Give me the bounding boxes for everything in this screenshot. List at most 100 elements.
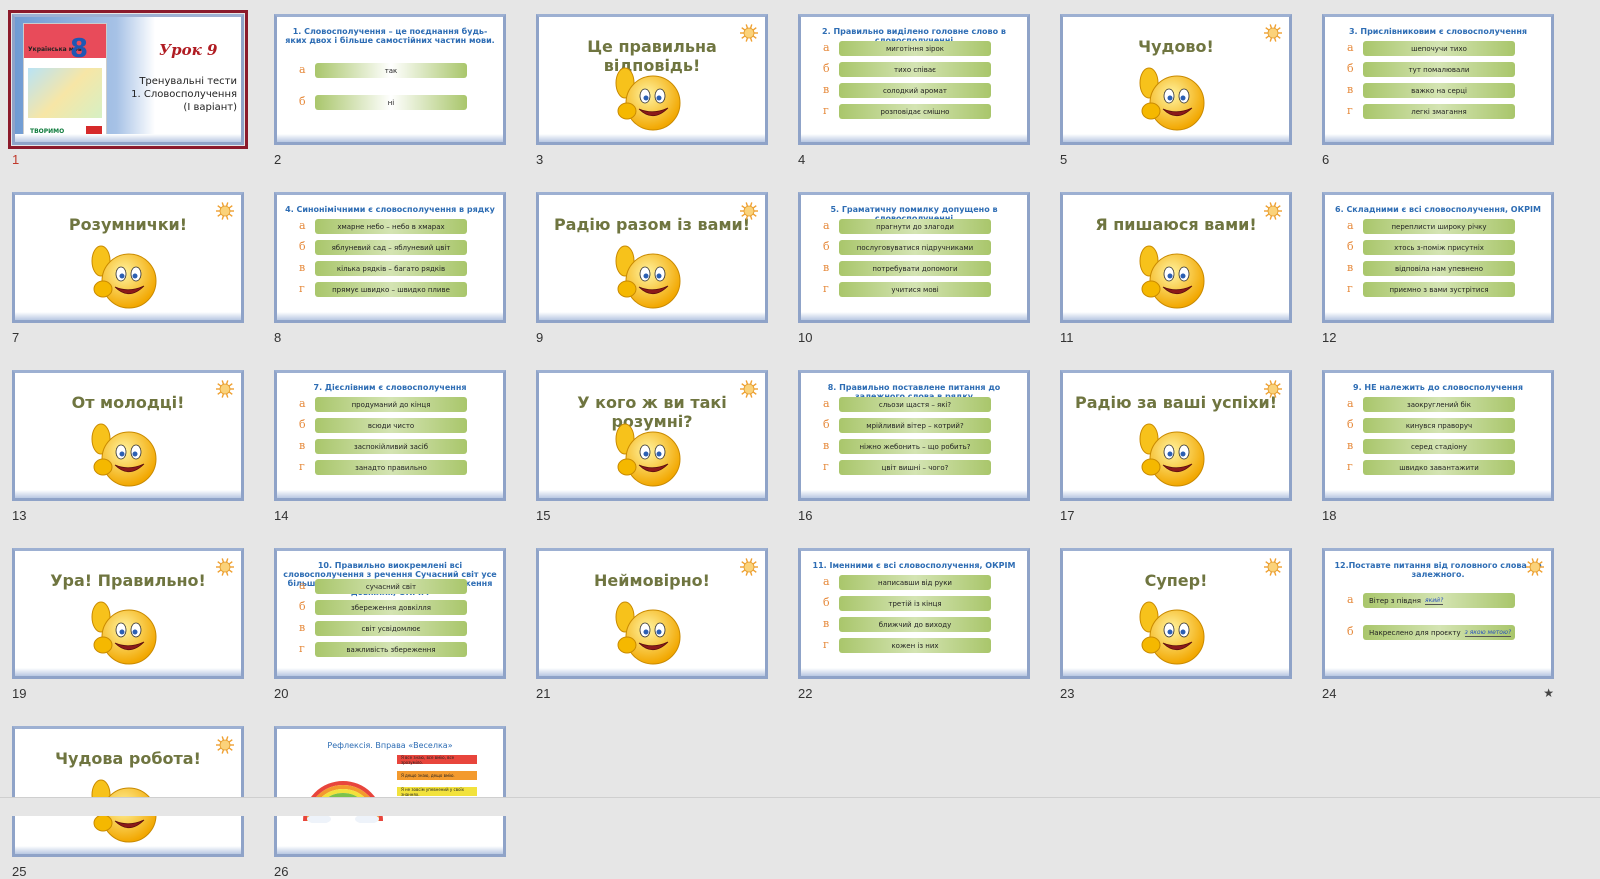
answer-option[interactable]: приємно з вами зустрітися <box>1363 282 1515 297</box>
slide-thumbnail-17[interactable]: Радію за ваші успіхи! 17 <box>1060 370 1292 523</box>
answer-option[interactable]: відповіла нам упевнено <box>1363 261 1515 276</box>
slide-thumbnail-23[interactable]: Супер! 23 <box>1060 548 1292 701</box>
slide-preview[interactable]: Рефлексія. Вправа «Веселка» Я все знаю, в… <box>274 726 506 857</box>
slide-thumbnail-13[interactable]: От молодці! 13 <box>12 370 244 523</box>
slide-preview[interactable]: Це правильна відповідь! <box>536 14 768 145</box>
slide-preview[interactable]: Радію за ваші успіхи! <box>1060 370 1292 501</box>
slide-thumbnail-6[interactable]: 3. Прислівниковим є словосполучення а шепо… <box>1322 14 1554 167</box>
slide-preview[interactable]: Ура! Правильно! <box>12 548 244 679</box>
slide-preview[interactable]: Супер! <box>1060 548 1292 679</box>
answer-option[interactable]: кинувся праворуч <box>1363 418 1515 433</box>
slide-preview[interactable]: 8. Правильно поставлене питання до залеж… <box>798 370 1030 501</box>
answer-option[interactable]: кілька рядків – багато рядків <box>315 261 467 276</box>
slide-preview[interactable]: 5. Граматичну помилку допущено в словосп… <box>798 192 1030 323</box>
answer-option[interactable]: сльози щастя – які? <box>839 397 991 412</box>
answer-option[interactable]: третій із кінця <box>839 596 991 611</box>
slide-number: 15 <box>536 508 551 523</box>
slide-thumbnail-15[interactable]: У кого ж ви такі розумні? 15 <box>536 370 768 523</box>
answer-option[interactable]: миготіння зірок <box>839 41 991 56</box>
answer-option[interactable]: сучасний світ <box>315 579 467 594</box>
slide-preview[interactable]: 12.Поставте питання від головного слова … <box>1322 548 1554 679</box>
answer-option[interactable]: мрійливий вітер – котрий? <box>839 418 991 433</box>
answer-option[interactable]: швидко завантажити <box>1363 460 1515 475</box>
slide-thumbnail-18[interactable]: 9. НЕ належить до словосполучення а заокру… <box>1322 370 1554 523</box>
slide-preview[interactable]: От молодці! <box>12 370 244 501</box>
answer-option[interactable]: послуговуватися підручниками <box>839 240 991 255</box>
slide-preview[interactable]: 6. Складними є всі словосполучення, ОКРІ… <box>1322 192 1554 323</box>
slide-thumbnail-5[interactable]: Чудово! 5 <box>1060 14 1292 167</box>
answer-option[interactable]: ні <box>315 95 467 110</box>
answer-option[interactable]: легкі змагання <box>1363 104 1515 119</box>
slide-thumbnail-11[interactable]: Я пишаюся вами! 11 <box>1060 192 1292 345</box>
answer-option[interactable]: хтось з-поміж присутніх <box>1363 240 1515 255</box>
slide-thumbnail-7[interactable]: Розумнички! 7 <box>12 192 244 345</box>
answer-option[interactable]: Вітер з півдня який? <box>1363 593 1515 608</box>
slide-preview[interactable]: 4. Синонімічними є словосполучення в ряд… <box>274 192 506 323</box>
slide-thumbnail-20[interactable]: 10. Правильно виокремлені всі словосполу… <box>274 548 506 701</box>
slide-preview[interactable]: 9. НЕ належить до словосполучення а заокру… <box>1322 370 1554 501</box>
answer-option[interactable]: учитися мові <box>839 282 991 297</box>
slide-preview[interactable]: 2. Правильно виділено головне слово в сл… <box>798 14 1030 145</box>
slide-thumbnail-14[interactable]: 7. Дієслівним є словосполучення а продуман… <box>274 370 506 523</box>
answer-option[interactable]: збереження довкілля <box>315 600 467 615</box>
answer-option[interactable]: занадто правильно <box>315 460 467 475</box>
answer-option[interactable]: світ усвідомлює <box>315 621 467 636</box>
answer-option[interactable]: переплисти широку річку <box>1363 219 1515 234</box>
slide-preview[interactable]: Я пишаюся вами! <box>1060 192 1292 323</box>
slide-thumbnail-12[interactable]: 6. Складними є всі словосполучення, ОКРІ… <box>1322 192 1554 345</box>
answer-option[interactable]: заокруглений бік <box>1363 397 1515 412</box>
answer-option[interactable]: шепочучи тихо <box>1363 41 1515 56</box>
slide-thumbnail-3[interactable]: Це правильна відповідь! 3 <box>536 14 768 167</box>
option-letter: а <box>299 219 306 232</box>
slide-thumbnail-21[interactable]: Неймовірно! 21 <box>536 548 768 701</box>
slide-thumbnail-9[interactable]: Радію разом із вами! 9 <box>536 192 768 345</box>
slide-thumbnail-22[interactable]: 11. Іменними є всі словосполучення, ОКРІ… <box>798 548 1030 701</box>
slide-preview[interactable]: 7. Дієслівним є словосполучення а продуман… <box>274 370 506 501</box>
slide-thumbnail-1[interactable]: Українська мова 8 ТВОРИМО Урок 9 Тренувальні… <box>8 10 248 167</box>
answer-option[interactable]: прямує швидко – швидко пливе <box>315 282 467 297</box>
slide-thumbnail-4[interactable]: 2. Правильно виділено головне слово в сл… <box>798 14 1030 167</box>
answer-option[interactable]: прагнути до злагоди <box>839 219 991 234</box>
answer-option[interactable]: заспокійливий засіб <box>315 439 467 454</box>
answer-option[interactable]: тут помалювали <box>1363 62 1515 77</box>
answer-option[interactable]: кожен із них <box>839 638 991 653</box>
slide-thumbnail-2[interactable]: 1. Словосполучення – це поєднання будь-я… <box>274 14 506 167</box>
answer-option[interactable]: хмарне небо – небо в хмарах <box>315 219 467 234</box>
answer-option[interactable]: потребувати допомоги <box>839 261 991 276</box>
slide-preview[interactable]: Радію разом із вами! <box>536 192 768 323</box>
slide-preview[interactable]: 11. Іменними є всі словосполучення, ОКРІ… <box>798 548 1030 679</box>
answer-option[interactable]: солодкий аромат <box>839 83 991 98</box>
answer-option[interactable]: написавши від руки <box>839 575 991 590</box>
slide-preview[interactable]: Українська мова 8 ТВОРИМО Урок 9 Тренувальні… <box>8 10 248 149</box>
answer-option[interactable]: ніжно жебонить – що робить? <box>839 439 991 454</box>
slide-thumbnail-25[interactable]: Чудова робота! 25 <box>12 726 244 879</box>
slide-thumbnail-16[interactable]: 8. Правильно поставлене питання до залеж… <box>798 370 1030 523</box>
answer-option[interactable]: так <box>315 63 467 78</box>
answer-option[interactable]: тихо співає <box>839 62 991 77</box>
slide-thumbnail-26[interactable]: Рефлексія. Вправа «Веселка» Я все знаю, в… <box>274 726 506 879</box>
answer-option[interactable]: серед стадіону <box>1363 439 1515 454</box>
option-letter: б <box>823 62 830 75</box>
slide-thumbnail-10[interactable]: 5. Граматичну помилку допущено в словосп… <box>798 192 1030 345</box>
slide-thumbnail-19[interactable]: Ура! Правильно! 19 <box>12 548 244 701</box>
answer-option[interactable]: розповідає смішно <box>839 104 991 119</box>
slide-preview[interactable]: 3. Прислівниковим є словосполучення а шепо… <box>1322 14 1554 145</box>
slide-preview[interactable]: 1. Словосполучення – це поєднання будь-я… <box>274 14 506 145</box>
slide-preview[interactable]: Чудова робота! <box>12 726 244 857</box>
answer-option[interactable]: продуманий до кінця <box>315 397 467 412</box>
slide-preview[interactable]: Неймовірно! <box>536 548 768 679</box>
answer-option[interactable]: Накреслено для проєкту з якою метою? <box>1363 625 1515 640</box>
slide-preview[interactable]: Чудово! <box>1060 14 1292 145</box>
slide-thumbnail-24[interactable]: 12.Поставте питання від головного слова … <box>1322 548 1554 701</box>
slide-preview[interactable]: Розумнички! <box>12 192 244 323</box>
answer-option[interactable]: цвіт вишні – чого? <box>839 460 991 475</box>
option-text: ні <box>387 98 395 107</box>
answer-option[interactable]: важко на серці <box>1363 83 1515 98</box>
answer-option[interactable]: яблуневий сад – яблуневий цвіт <box>315 240 467 255</box>
answer-option[interactable]: ближчий до виходу <box>839 617 991 632</box>
slide-preview[interactable]: У кого ж ви такі розумні? <box>536 370 768 501</box>
slide-thumbnail-8[interactable]: 4. Синонімічними є словосполучення в ряд… <box>274 192 506 345</box>
answer-option[interactable]: всюди чисто <box>315 418 467 433</box>
answer-option[interactable]: важливість збереження <box>315 642 467 657</box>
slide-preview[interactable]: 10. Правильно виокремлені всі словосполу… <box>274 548 506 679</box>
